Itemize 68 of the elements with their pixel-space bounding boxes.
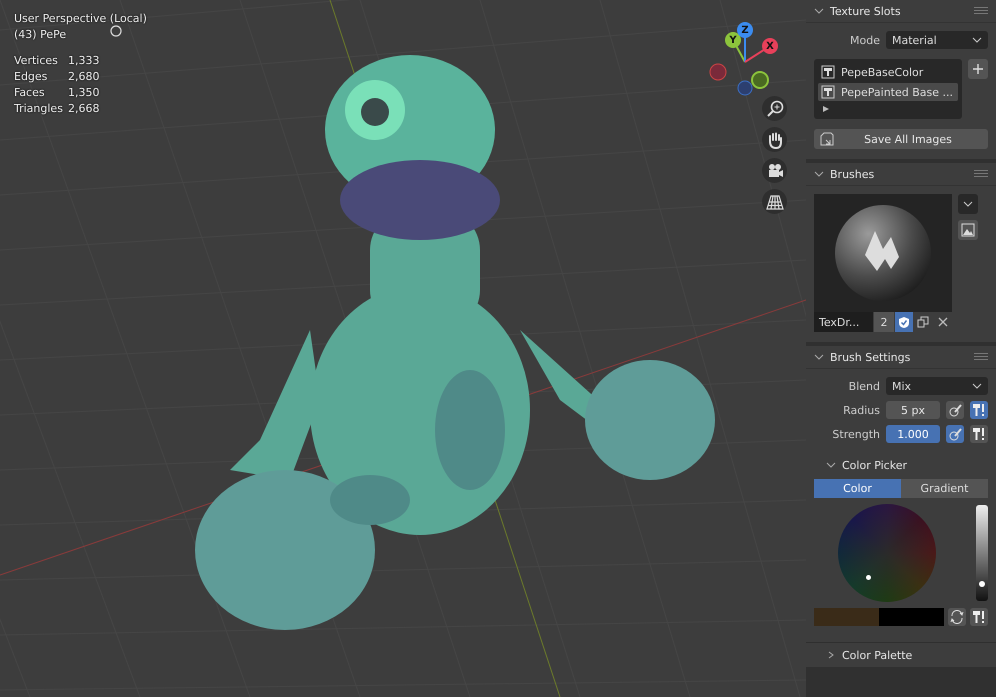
stat-value: 2,668 [68, 102, 100, 115]
stat-label: Faces [14, 86, 46, 99]
caret-icon [972, 36, 982, 44]
slider-handle[interactable] [979, 580, 985, 587]
stat-value: 1,350 [68, 86, 100, 99]
subpanel-title[interactable]: Color Picker [842, 458, 907, 472]
field-label: Blend [848, 380, 880, 392]
pen-pressure-icon[interactable] [946, 425, 964, 443]
panel-title[interactable]: Brushes [830, 168, 874, 180]
brush-name-field[interactable]: TexDr... [814, 312, 874, 332]
chevron-icon[interactable] [814, 7, 824, 15]
stat-label: Edges [14, 70, 48, 83]
negative-y-axis-icon[interactable] [751, 71, 769, 89]
mode-dropdown[interactable]: Material [886, 31, 988, 49]
stat-label: Triangles [14, 102, 64, 115]
field-label: Radius [842, 404, 880, 416]
color-swatch[interactable] [879, 608, 944, 626]
stat-label: Vertices [14, 54, 59, 67]
field-label: Mode [849, 34, 880, 46]
3d-viewport[interactable]: User Perspective (Local) (43) PePe Vertices 1,333 Edges 2,680 Faces 1,350 Triangles 2,668 Y Z X [0, 0, 806, 697]
panel-title[interactable]: Texture Slots [830, 4, 901, 18]
save-icon [820, 132, 834, 146]
hand-icon[interactable] [762, 127, 787, 152]
brush-cursor-icon [110, 25, 122, 37]
object-name: (43) PePe [14, 28, 66, 41]
swap-icon[interactable] [948, 608, 966, 626]
number-field[interactable]: 5 px [886, 401, 940, 419]
value-slider[interactable] [976, 505, 988, 601]
brush-unified-icon[interactable] [970, 401, 988, 419]
texture-slot-item[interactable]: PepePainted Base ... [818, 83, 958, 101]
chevron-icon[interactable] [826, 461, 836, 469]
plus-icon [972, 63, 984, 75]
tab[interactable]: Color [814, 479, 901, 498]
zoom-icon[interactable] [762, 96, 787, 121]
caret-icon [972, 382, 982, 390]
color-wheel-cursor-icon[interactable] [866, 575, 871, 580]
axis-handle[interactable]: X [762, 38, 778, 54]
tab[interactable]: Gradient [901, 479, 988, 498]
image-icon[interactable] [958, 220, 978, 240]
texture-slot-item[interactable]: PepeBaseColor [818, 63, 958, 81]
add-button[interactable] [968, 59, 988, 79]
brush-unified-icon[interactable] [970, 425, 988, 443]
pen-pressure-icon[interactable] [946, 401, 964, 419]
blend-dropdown[interactable]: Mix [886, 377, 988, 395]
chevron-icon[interactable] [814, 170, 824, 178]
expand-triangle-icon[interactable] [822, 105, 830, 113]
axis-handle[interactable]: Y [725, 32, 741, 48]
stat-value: 1,333 [68, 54, 100, 67]
user-count[interactable]: 2 [874, 312, 894, 332]
brush-preview[interactable] [814, 194, 952, 312]
chevron-icon[interactable] [814, 353, 824, 361]
panel-title[interactable]: Brush Settings [830, 350, 910, 364]
save-all-images-button[interactable]: Save All Images [814, 129, 988, 149]
grid-icon[interactable] [762, 189, 787, 214]
dropdown-caret-icon[interactable] [958, 194, 978, 214]
stat-value: 2,680 [68, 70, 100, 83]
axis-handle[interactable]: Z [737, 22, 753, 38]
camera-icon[interactable] [762, 158, 787, 183]
brush-unified-icon[interactable] [970, 608, 988, 626]
subpanel-title[interactable]: Color Palette [842, 648, 912, 662]
image-texture-icon [821, 65, 835, 79]
image-texture-icon [821, 85, 835, 99]
chevron-icon[interactable] [826, 651, 836, 659]
shield-icon[interactable] [894, 312, 914, 332]
number-field[interactable]: 1.000 [886, 425, 940, 443]
view-title: User Perspective (Local) [14, 12, 147, 25]
color-swatch[interactable] [814, 608, 879, 626]
field-label: Strength [831, 428, 880, 440]
